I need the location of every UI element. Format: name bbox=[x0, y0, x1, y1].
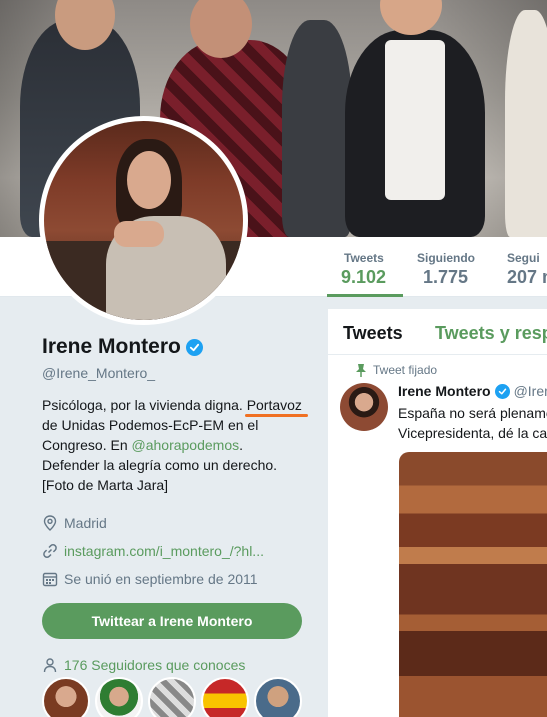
bio-mention-link[interactable]: @ahorapodemos bbox=[132, 437, 240, 453]
website-link[interactable]: instagram.com/i_montero_/?hl... bbox=[64, 543, 264, 559]
stat-tweets[interactable]: Tweets 9.102 bbox=[327, 237, 403, 297]
follower-avatar[interactable] bbox=[42, 677, 90, 717]
follower-avatar[interactable] bbox=[201, 677, 249, 717]
stat-value: 207 m bbox=[507, 267, 547, 287]
tab-tweets[interactable]: Tweets bbox=[343, 323, 403, 344]
location-row: Madrid bbox=[42, 509, 312, 537]
header-person-shirt bbox=[385, 40, 445, 200]
tweet-header: Irene Montero @Iren bbox=[398, 383, 547, 399]
location-text: Madrid bbox=[64, 515, 107, 531]
calendar-icon bbox=[42, 571, 58, 587]
website-row: instagram.com/i_montero_/?hl... bbox=[42, 537, 312, 565]
tweet-author-name[interactable]: Irene Montero bbox=[398, 383, 491, 399]
known-followers-avatars bbox=[42, 677, 302, 717]
stat-following[interactable]: Siguiendo 1.775 bbox=[414, 237, 484, 297]
profile-avatar[interactable] bbox=[39, 116, 248, 325]
profile-meta: Madrid instagram.com/i_montero_/?hl... S… bbox=[42, 509, 312, 593]
header-person bbox=[282, 20, 352, 237]
header-person bbox=[505, 10, 547, 237]
stat-followers[interactable]: Segui 207 m bbox=[505, 237, 547, 297]
tweet-to-button[interactable]: Twittear a Irene Montero bbox=[42, 603, 302, 639]
profile-name[interactable]: Irene Montero bbox=[42, 335, 181, 359]
joined-row: Se unió en septiembre de 2011 bbox=[42, 565, 312, 593]
stat-label: Segui bbox=[507, 251, 540, 265]
name-row: Irene Montero bbox=[42, 335, 312, 359]
stat-label: Siguiendo bbox=[417, 251, 475, 265]
tweet-media[interactable] bbox=[399, 452, 547, 717]
verified-icon bbox=[185, 338, 203, 356]
tweet-author-handle[interactable]: @Iren bbox=[514, 383, 547, 399]
stat-value: 1.775 bbox=[423, 267, 469, 287]
followers-you-know[interactable]: 176 Seguidores que conoces bbox=[42, 657, 312, 673]
bio-highlight: Portavoz bbox=[246, 397, 302, 413]
pinned-text: Tweet fijado bbox=[373, 363, 438, 377]
stat-label: Tweets bbox=[344, 251, 384, 265]
pinned-tweet-label: Tweet fijado bbox=[356, 363, 438, 377]
follower-avatar[interactable] bbox=[148, 677, 196, 717]
follower-avatar[interactable] bbox=[95, 677, 143, 717]
tweet-text[interactable]: España no será plename Vicepresidenta, d… bbox=[398, 403, 547, 443]
joined-text: Se unió en septiembre de 2011 bbox=[64, 571, 258, 587]
location-pin-icon bbox=[42, 515, 58, 531]
avatar-face bbox=[127, 151, 171, 209]
followers-you-know-text: 176 Seguidores que conoces bbox=[64, 657, 246, 673]
active-tab-indicator bbox=[327, 294, 403, 297]
verified-icon bbox=[494, 383, 510, 399]
pin-icon bbox=[355, 363, 367, 377]
follower-avatar[interactable] bbox=[254, 677, 302, 717]
bio-text: Psicóloga, por la vivienda digna. bbox=[42, 397, 247, 413]
tweet-avatar[interactable] bbox=[340, 383, 388, 431]
profile-card: Irene Montero @Irene_Montero_ Psicóloga,… bbox=[42, 335, 312, 673]
profile-bio: Psicóloga, por la vivienda digna. Portav… bbox=[42, 395, 304, 495]
tab-tweets-and-replies[interactable]: Tweets y resp bbox=[435, 323, 547, 344]
avatar-hands bbox=[114, 221, 164, 247]
profile-handle[interactable]: @Irene_Montero_ bbox=[42, 365, 312, 381]
timeline-tabs: Tweets Tweets y resp bbox=[328, 309, 547, 355]
stat-value: 9.102 bbox=[341, 267, 387, 287]
avatar-photo bbox=[44, 121, 243, 320]
people-icon bbox=[42, 657, 58, 673]
link-icon bbox=[42, 543, 58, 559]
tweet-line: Vicepresidenta, dé la car bbox=[398, 425, 547, 441]
tweet-line: España no será plename bbox=[398, 405, 547, 421]
timeline: Tweets Tweets y resp Tweet fijado Irene … bbox=[328, 309, 547, 717]
